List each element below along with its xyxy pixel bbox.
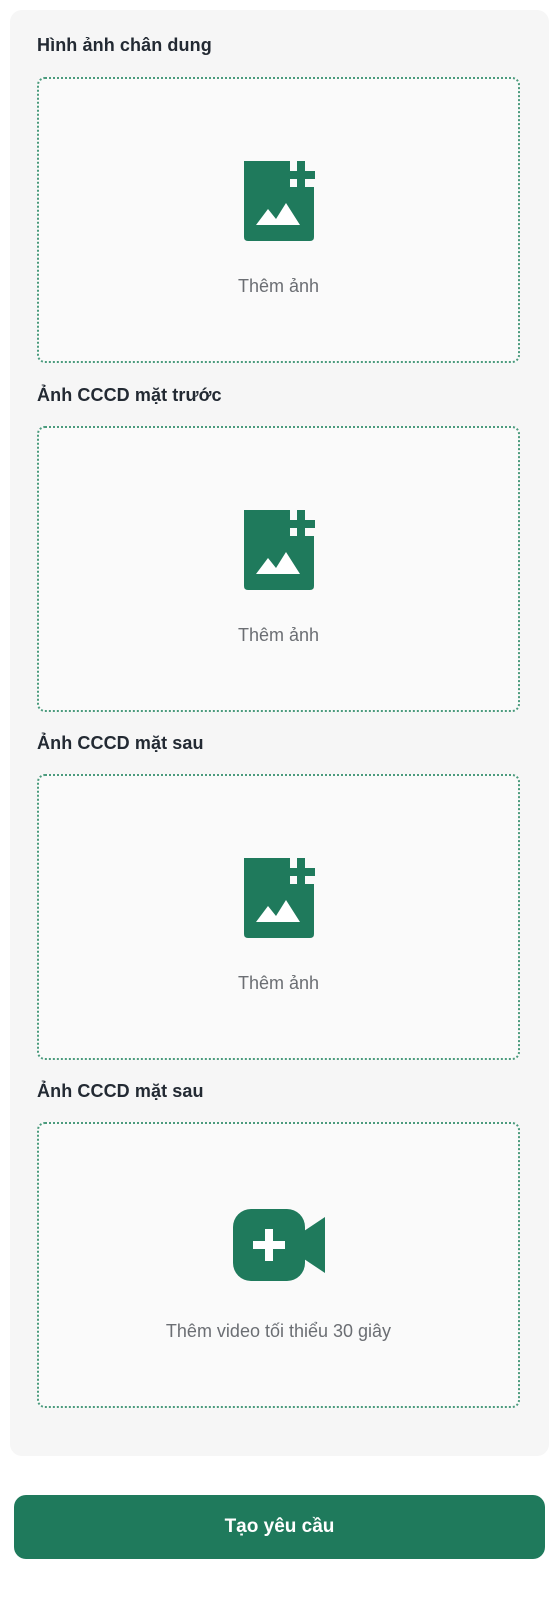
id-card-front-dropzone[interactable]: Thêm ảnh xyxy=(37,426,520,712)
add-image-icon xyxy=(229,153,329,243)
id-card-back-video-title: Ảnh CCCD mặt sau xyxy=(37,1081,204,1101)
add-photo-label: Thêm ảnh xyxy=(237,625,320,645)
create-request-button[interactable]: Tạo yêu cầu xyxy=(14,1495,545,1559)
portrait-photo-title: Hình ảnh chân dung xyxy=(37,35,212,55)
portrait-photo-dropzone[interactable]: Thêm ảnh xyxy=(37,77,520,363)
add-image-icon xyxy=(229,502,329,592)
add-image-icon xyxy=(229,850,329,940)
add-photo-label: Thêm ảnh xyxy=(237,973,320,993)
add-photo-label: Thêm ảnh xyxy=(237,276,320,296)
upload-form-card: Hình ảnh chân dung Thêm ảnh Ảnh CCCD mặt… xyxy=(10,10,549,1456)
id-card-front-title: Ảnh CCCD mặt trước xyxy=(37,385,222,405)
id-card-back-dropzone[interactable]: Thêm ảnh xyxy=(37,774,520,1060)
add-video-label: Thêm video tối thiểu 30 giây xyxy=(165,1321,392,1341)
id-card-back-title: Ảnh CCCD mặt sau xyxy=(37,733,204,753)
add-video-icon xyxy=(229,1200,329,1290)
video-dropzone[interactable]: Thêm video tối thiểu 30 giây xyxy=(37,1122,520,1408)
